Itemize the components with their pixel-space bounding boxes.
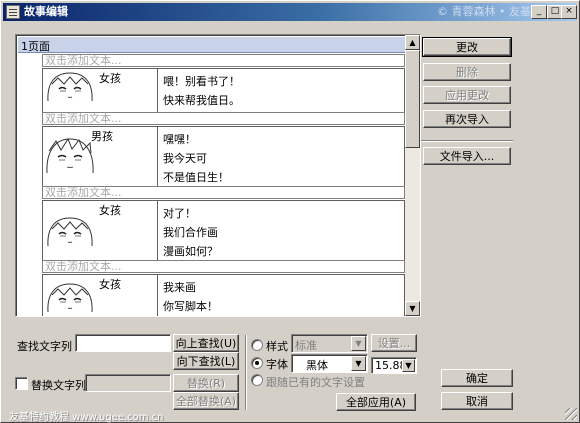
find-down-button[interactable]: 向下查找(L)	[173, 352, 239, 370]
story-list[interactable]: 1页面 双击添加文本... 女孩 喂！别看书了！ 快来帮我值日。 双击添加文本.…	[15, 34, 421, 317]
dialogue-entry[interactable]: 女孩 喂！别看书了！ 快来帮我值日。	[42, 68, 405, 113]
style-select[interactable]: 标准 ▼	[291, 334, 368, 353]
apply-all-button[interactable]: 全部应用(A)	[336, 393, 416, 411]
character-name: 女孩	[99, 72, 121, 85]
style-radio[interactable]	[251, 339, 263, 351]
add-text-row[interactable]: 双击添加文本...	[42, 54, 405, 67]
character-name: 女孩	[99, 204, 121, 217]
font-label: 字体	[266, 358, 288, 371]
character-name: 男孩	[91, 130, 113, 143]
resize-grip-icon[interactable]	[565, 408, 577, 420]
replace-button[interactable]: 替换(R)	[173, 374, 239, 392]
dialogue-line: 对了！	[163, 207, 196, 220]
dialogue-entry[interactable]: 女孩 对了！ 我们合作画 漫画如何？	[42, 200, 405, 261]
document-icon	[6, 5, 20, 19]
reimport-button[interactable]: 再次导入	[423, 110, 511, 128]
dialogue-line: 嘿嘿！	[163, 133, 196, 146]
character-cell[interactable]: 女孩	[43, 69, 158, 112]
page-label: 1页面	[21, 40, 50, 53]
add-text-row[interactable]: 双击添加文本...	[42, 112, 405, 125]
find-text-label: 查找文字列	[17, 340, 72, 353]
scroll-thumb[interactable]	[405, 50, 420, 148]
girl-portrait-icon	[47, 72, 93, 102]
story-editor-window: 故事编辑 © 青蓉森林 • 友基科技 _ □ × 1页面 双击添加文本... 女…	[0, 0, 580, 423]
dialogue-line: 漫画如何？	[163, 245, 218, 258]
replace-checkbox[interactable]	[15, 377, 28, 390]
change-button[interactable]: 更改	[422, 37, 512, 57]
delete-button[interactable]: 删除	[423, 63, 511, 81]
dialogue-line: 我来画	[163, 281, 196, 294]
follow-existing-radio[interactable]	[251, 374, 263, 386]
font-select[interactable]: 黑体 ▼	[291, 354, 368, 373]
chevron-down-icon[interactable]: ▼	[351, 336, 366, 351]
dialogue-line: 快来帮我值日。	[163, 94, 240, 107]
dialogue-line: 不是值日生！	[163, 171, 229, 184]
font-radio[interactable]	[251, 357, 263, 369]
replace-text-input[interactable]	[85, 374, 171, 392]
find-text-input[interactable]	[75, 334, 171, 352]
replace-text-label: 替换文字列	[31, 379, 86, 392]
chevron-down-icon[interactable]: ▼	[402, 359, 415, 372]
dialogue-line: 我今天可	[163, 152, 207, 165]
file-import-button[interactable]: 文件导入...	[423, 147, 511, 165]
minimize-button[interactable]: _	[531, 5, 547, 19]
dialogue-lines: 喂！别看书了！ 快来帮我值日。	[163, 72, 240, 110]
dialogue-lines: 我来画 你写脚本！	[163, 278, 218, 316]
style-label: 样式	[266, 340, 288, 353]
apply-change-button[interactable]: 应用更改	[423, 86, 511, 104]
cancel-button[interactable]: 取消	[441, 392, 513, 410]
character-name: 女孩	[99, 278, 121, 291]
character-cell[interactable]: 男孩	[43, 127, 158, 186]
add-text-row[interactable]: 双击添加文本...	[42, 260, 405, 273]
add-text-row[interactable]: 双击添加文本...	[42, 186, 405, 199]
follow-existing-label: 跟随已有的文字设置	[266, 376, 365, 389]
replace-all-button[interactable]: 全部替换(A)	[173, 392, 239, 410]
window-title: 故事编辑	[24, 5, 68, 18]
button-separator	[421, 140, 513, 142]
close-button[interactable]: ×	[561, 5, 577, 19]
scroll-up-icon[interactable]: ▲	[405, 35, 420, 50]
style-settings-button[interactable]: 设置...	[371, 334, 417, 352]
page-header-row[interactable]: 1页面	[18, 37, 405, 53]
boy-portrait-icon	[46, 137, 94, 174]
dialogue-line: 喂！别看书了！	[163, 75, 240, 88]
ok-button[interactable]: 确定	[441, 369, 513, 387]
girl-portrait-icon	[47, 217, 93, 247]
dialogue-line: 你写脚本！	[163, 300, 218, 313]
style-select-value: 标准	[295, 339, 317, 352]
girl-portrait-icon	[47, 283, 93, 313]
footer-credit: 友基特约教程 www.ugee.com.cn	[9, 412, 164, 423]
dialogue-lines: 对了！ 我们合作画 漫画如何？	[163, 204, 218, 261]
character-cell[interactable]: 女孩	[43, 275, 158, 316]
dialogue-lines: 嘿嘿！ 我今天可 不是值日生！	[163, 130, 229, 187]
font-select-value: 黑体	[306, 359, 328, 372]
dialogue-line: 我们合作画	[163, 226, 218, 239]
character-cell[interactable]: 女孩	[43, 201, 158, 260]
dialogue-entry[interactable]: 男孩 嘿嘿！ 我今天可 不是值日生！	[42, 126, 405, 187]
chevron-down-icon[interactable]: ▼	[351, 356, 366, 371]
find-up-button[interactable]: 向上查找(U)	[173, 334, 239, 352]
title-bar[interactable]: 故事编辑 © 青蓉森林 • 友基科技 _ □ ×	[3, 3, 577, 21]
panel-separator	[245, 335, 247, 410]
font-size-select[interactable]: 15.88 ▼	[371, 357, 417, 374]
scroll-down-icon[interactable]: ▼	[405, 301, 420, 316]
story-list-scrollbar[interactable]: ▲ ▼	[405, 35, 420, 316]
dialogue-entry[interactable]: 女孩 我来画 你写脚本！	[42, 274, 405, 316]
